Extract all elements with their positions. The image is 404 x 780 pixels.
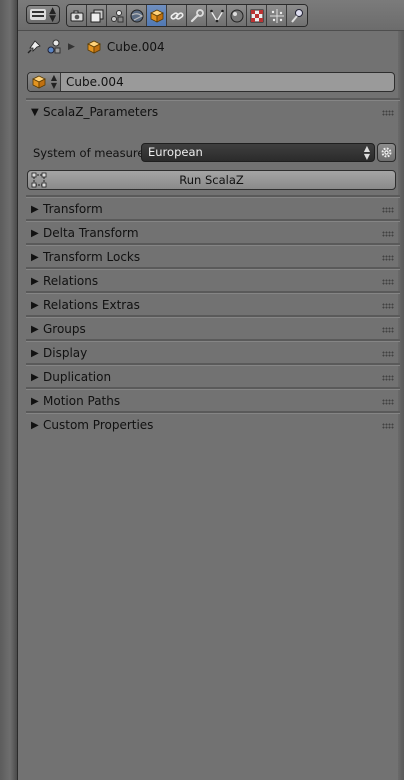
drag-handle-icon[interactable] (382, 255, 394, 261)
updown-arrows-icon: ▲ ▼ (49, 6, 56, 24)
panel-header-groups[interactable]: ▶ Groups (26, 318, 400, 340)
tab-object[interactable] (147, 5, 167, 26)
pin-icon[interactable] (26, 39, 42, 55)
scene-icon (47, 39, 61, 54)
drag-handle-icon[interactable] (382, 110, 394, 116)
properties-editor-icon (30, 9, 46, 20)
panel-title: Custom Properties (43, 418, 154, 432)
properties-header: ▲ ▼ (18, 0, 404, 31)
bounding-box-icon (31, 172, 47, 188)
breadcrumb-object-name: Cube.004 (106, 40, 165, 54)
panel-header-transform[interactable]: ▶ Transform (26, 198, 400, 220)
panel-header-custom-properties[interactable]: ▶ Custom Properties (26, 414, 400, 436)
triangle-right-icon: ▶ (31, 203, 39, 215)
system-of-measures-dropdown[interactable]: European ▲ ▼ (141, 143, 375, 162)
panel-title: Transform (43, 202, 103, 216)
triangle-right-icon: ▶ (31, 347, 39, 359)
drag-handle-icon[interactable] (382, 303, 394, 309)
triangle-right-icon: ▶ (31, 395, 39, 407)
scene-icon (110, 9, 123, 22)
drag-handle-icon[interactable] (382, 423, 394, 429)
panel-header-scalaz-parameters[interactable]: ▼ ScalaZ_Parameters (26, 101, 400, 123)
tab-scene[interactable] (107, 5, 127, 26)
drag-handle-icon[interactable] (382, 375, 394, 381)
drag-handle-icon[interactable] (382, 351, 394, 357)
triangle-right-icon: ▶ (31, 419, 39, 431)
drag-handle-icon[interactable] (382, 279, 394, 285)
panel-header-display[interactable]: ▶ Display (26, 342, 400, 364)
cube-icon (149, 9, 164, 23)
object-name-field[interactable]: Cube.004 (61, 73, 394, 91)
panel-header-motion-paths[interactable]: ▶ Motion Paths (26, 390, 400, 412)
left-editor-edge (0, 0, 18, 780)
panel-header-delta-transform[interactable]: ▶ Delta Transform (26, 222, 400, 244)
tab-data[interactable] (207, 5, 227, 26)
triangle-right-icon: ▶ (31, 251, 39, 263)
tab-render-layers[interactable] (87, 5, 107, 26)
chevron-right-icon: ▶ (68, 42, 75, 52)
panel-title: ScalaZ_Parameters (43, 105, 159, 119)
texture-icon (250, 9, 263, 22)
layers-icon (90, 9, 103, 22)
panel-header-duplication[interactable]: ▶ Duplication (26, 366, 400, 388)
panel-title: Delta Transform (43, 226, 139, 240)
editor-type-selector[interactable]: ▲ ▼ (26, 5, 60, 24)
panel-title: Groups (43, 322, 86, 336)
system-of-measures-value: European (148, 145, 203, 159)
drag-handle-icon[interactable] (382, 399, 394, 405)
cube-icon (87, 40, 101, 54)
breadcrumb: ▶ Cube.004 (26, 36, 165, 58)
triangle-right-icon: ▶ (31, 371, 39, 383)
tab-world[interactable] (127, 5, 147, 26)
gear-icon (381, 147, 392, 158)
panel-title: Relations (43, 274, 99, 288)
panel-header-relations[interactable]: ▶ Relations (26, 270, 400, 292)
triangle-right-icon: ▶ (31, 227, 39, 239)
triangle-right-icon: ▶ (31, 323, 39, 335)
tab-constraints[interactable] (167, 5, 187, 26)
settings-button[interactable] (377, 143, 396, 162)
drag-handle-icon[interactable] (382, 207, 394, 213)
wrench-icon (190, 8, 204, 22)
panel-title: Display (43, 346, 88, 360)
system-of-measures-label: System of measures:: (33, 146, 159, 160)
triangle-right-icon: ▶ (31, 275, 39, 287)
panel-title: Duplication (43, 370, 112, 384)
panel-title: Relations Extras (43, 298, 140, 312)
panel-title: Motion Paths (43, 394, 121, 408)
camera-icon (70, 10, 83, 21)
object-name-row: ▲ ▼ Cube.004 (27, 72, 395, 92)
physics-icon (291, 8, 303, 23)
triangle-right-icon: ▶ (31, 299, 39, 311)
context-tabs (66, 4, 308, 27)
panel-header-relations-extras[interactable]: ▶ Relations Extras (26, 294, 400, 316)
updown-arrows-icon: ▲ ▼ (50, 73, 57, 90)
material-icon (230, 9, 243, 22)
run-scalaz-label: Run ScalaZ (179, 173, 244, 187)
tab-physics[interactable] (287, 5, 307, 26)
drag-handle-icon[interactable] (382, 231, 394, 237)
tab-texture[interactable] (247, 5, 267, 26)
tab-material[interactable] (227, 5, 247, 26)
updown-arrows-icon: ▲ ▼ (363, 144, 370, 161)
triangle-down-icon: ▼ (31, 106, 39, 118)
particles-icon (269, 8, 284, 23)
chain-icon (169, 11, 184, 20)
mesh-data-icon (209, 9, 224, 22)
run-scalaz-button[interactable]: Run ScalaZ (27, 170, 396, 190)
tab-modifiers[interactable] (187, 5, 207, 26)
panel-header-transform-locks[interactable]: ▶ Transform Locks (26, 246, 400, 268)
world-icon (130, 9, 143, 22)
drag-handle-icon[interactable] (382, 327, 394, 333)
tab-render[interactable] (67, 5, 87, 26)
panel-title: Transform Locks (43, 250, 141, 264)
cube-icon (32, 75, 46, 89)
tab-particles[interactable] (267, 5, 287, 26)
object-browse-button[interactable]: ▲ ▼ (28, 73, 61, 91)
